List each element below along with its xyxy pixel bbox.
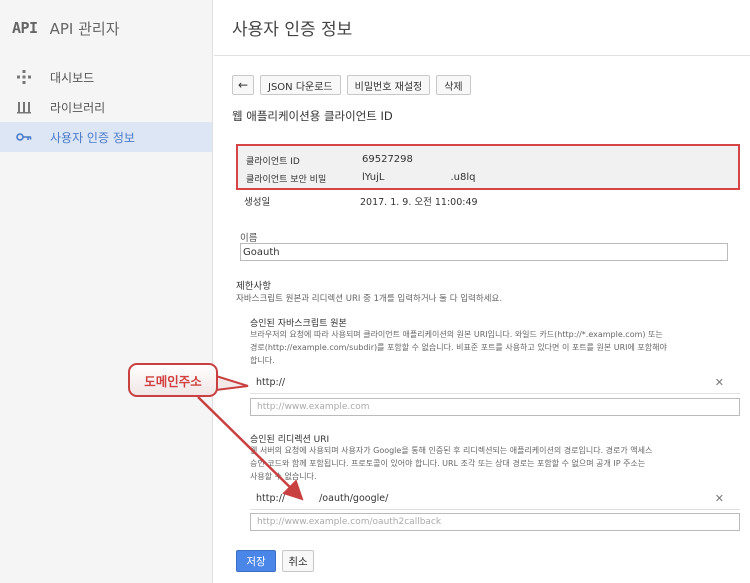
sidebar: API API 관리자 대시보드 라이브러리 사용자 인증 정보 [0,0,213,583]
toolbar: ← JSON 다운로드 비밀번호 재설정 삭제 [232,75,471,95]
sidebar-nav: 대시보드 라이브러리 사용자 인증 정보 [0,62,212,152]
cancel-button[interactable]: 취소 [282,550,314,572]
domain-callout: 도메인주소 [128,363,218,397]
library-icon [16,99,32,115]
redirect-uri-prefix[interactable]: http:// [256,493,285,504]
page-title: 사용자 인증 정보 [232,20,353,40]
js-origin-entry[interactable]: http:// ✕ [250,372,740,394]
delete-button[interactable]: 삭제 [436,75,471,95]
restrictions-desc: 자바스크립트 원본과 리디렉션 URI 중 1개를 입력하거나 둘 다 입력하세… [236,294,503,304]
js-origins-desc-line3: 합니다. [250,356,275,365]
redirect-uris-desc-line3: 사용할 수 없습니다. [250,472,317,481]
close-icon[interactable]: ✕ [715,492,724,505]
sidebar-item-credentials[interactable]: 사용자 인증 정보 [0,122,212,152]
close-icon[interactable]: ✕ [715,376,724,389]
restrictions-title: 제한사항 [236,281,271,292]
created-label: 생성일 [244,197,271,208]
dashboard-icon [16,69,32,85]
name-input[interactable]: Goauth [240,243,728,261]
created-row: 생성일 2017. 1. 9. 오전 11:00:49 [244,194,478,208]
redirect-uri-input[interactable]: http://www.example.com/oauth2callback [250,513,740,531]
js-origins-desc-line1: 브라우저의 요청에 따라 사용되며 클라이언트 애플리케이션의 원본 URI입니… [250,330,663,339]
client-secret-value-start[interactable]: lYujL [362,172,384,185]
created-value: 2017. 1. 9. 오전 11:00:49 [360,197,478,208]
key-icon [16,129,32,145]
api-logo: API [12,19,38,37]
redirect-uri-suffix[interactable]: /oauth/google/ [319,493,388,504]
page-header: 사용자 인증 정보 [214,0,750,56]
name-label: 이름 [240,233,258,244]
client-secret-row: 클라이언트 보안 비밀 lYujL .u8lq [246,172,475,185]
redirect-uris-desc-line1: 웹 서버의 요청에 사용되며 사용자가 Google을 통해 인증된 후 리디렉… [250,446,653,455]
client-info-box: 클라이언트 ID 69527298 클라이언트 보안 비밀 lYujL .u8l… [236,144,740,190]
client-secret-label: 클라이언트 보안 비밀 [246,175,327,185]
sidebar-item-label: 라이브러리 [50,100,106,115]
sidebar-item-library[interactable]: 라이브러리 [0,92,212,122]
main-content: ← JSON 다운로드 비밀번호 재설정 삭제 웹 애플리케이션용 클라이언트 … [214,56,750,583]
js-origin-input[interactable]: http://www.example.com [250,398,740,416]
redirect-uri-entry[interactable]: http:// /oauth/google/ ✕ [250,488,740,510]
save-button[interactable]: 저장 [236,550,276,572]
js-origins-desc-line2: 경로(http://example.com/subdir)를 포함할 수 없습니… [250,343,667,352]
client-id-row: 클라이언트 ID 69527298 [246,154,413,167]
client-section-title: 웹 애플리케이션용 클라이언트 ID [232,109,393,123]
client-secret-value-end[interactable]: .u8lq [450,172,475,185]
sidebar-item-label: 사용자 인증 정보 [50,130,135,145]
download-json-button[interactable]: JSON 다운로드 [260,75,341,95]
sidebar-item-label: 대시보드 [50,70,95,85]
sidebar-item-dashboard[interactable]: 대시보드 [0,62,212,92]
js-origin-entry-value[interactable]: http:// [256,377,285,388]
brand: API API 관리자 [0,0,212,56]
client-id-label: 클라이언트 ID [246,157,300,167]
redirect-uris-desc-line2: 승인 코드와 함께 포함됩니다. 프로토콜이 있어야 합니다. URL 조각 또… [250,459,646,468]
reset-secret-button[interactable]: 비밀번호 재설정 [346,75,431,95]
app-title: API 관리자 [49,19,120,38]
back-button[interactable]: ← [232,75,254,95]
client-id-value[interactable]: 69527298 [362,154,413,167]
